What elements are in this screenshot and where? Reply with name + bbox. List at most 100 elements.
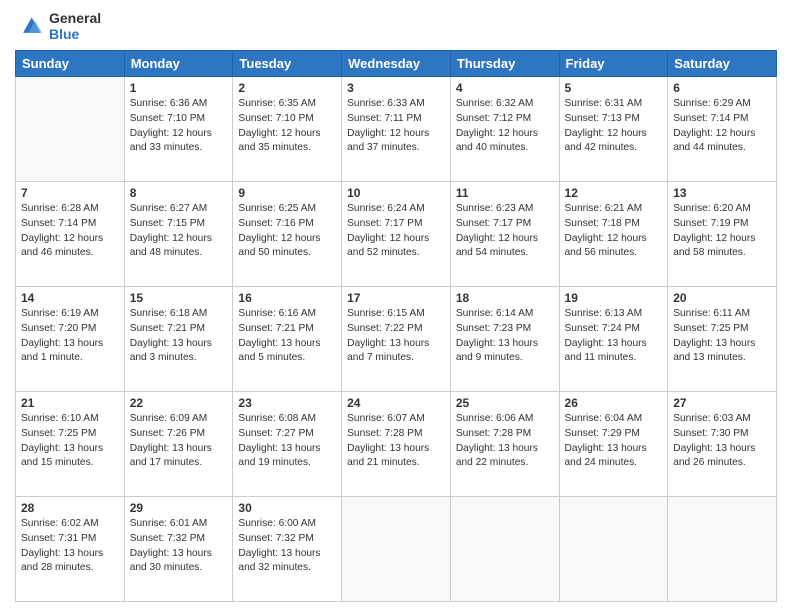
cell-info: Sunrise: 6:00 AMSunset: 7:32 PMDaylight:… [238,517,336,576]
cell-info: Sunrise: 6:02 AMSunset: 7:31 PMDaylight:… [21,517,119,576]
cell-info: Sunrise: 6:04 AMSunset: 7:29 PMDaylight:… [565,412,663,471]
cell-info: Sunrise: 6:15 AMSunset: 7:22 PMDaylight:… [347,307,445,366]
weekday-header-tuesday: Tuesday [233,51,342,77]
day-number: 10 [347,186,445,200]
day-cell: 16Sunrise: 6:16 AMSunset: 7:21 PMDayligh… [233,287,342,392]
day-cell: 6 Sunrise: 6:29 AMSunset: 7:14 PMDaylight… [668,77,777,182]
day-number: 15 [130,291,228,305]
cell-info: Sunrise: 6:14 AMSunset: 7:23 PMDaylight:… [456,307,554,366]
weekday-header-thursday: Thursday [450,51,559,77]
day-number: 7 [21,186,119,200]
day-number: 12 [565,186,663,200]
cell-info: Sunrise: 6:36 AMSunset: 7:10 PMDaylight:… [130,97,228,156]
logo-text: General Blue [49,10,101,42]
weekday-header-friday: Friday [559,51,668,77]
day-number: 3 [347,81,445,95]
cell-info: Sunrise: 6:08 AMSunset: 7:27 PMDaylight:… [238,412,336,471]
day-number: 30 [238,501,336,515]
cell-info: Sunrise: 6:21 AMSunset: 7:18 PMDaylight:… [565,202,663,261]
cell-info: Sunrise: 6:18 AMSunset: 7:21 PMDaylight:… [130,307,228,366]
day-cell: 1 Sunrise: 6:36 AMSunset: 7:10 PMDaylight… [124,77,233,182]
day-number: 1 [130,81,228,95]
day-number: 14 [21,291,119,305]
logo-icon [15,14,45,38]
cell-info: Sunrise: 6:25 AMSunset: 7:16 PMDaylight:… [238,202,336,261]
calendar-table: SundayMondayTuesdayWednesdayThursdayFrid… [15,50,777,602]
day-cell: 20 Sunrise: 6:11 AMSunset: 7:25 PMDayligh… [668,287,777,392]
day-cell: 24Sunrise: 6:07 AMSunset: 7:28 PMDayligh… [342,392,451,497]
cell-info: Sunrise: 6:06 AMSunset: 7:28 PMDaylight:… [456,412,554,471]
cell-info: Sunrise: 6:20 AMSunset: 7:19 PMDaylight:… [673,202,771,261]
day-cell: 19 Sunrise: 6:13 AMSunset: 7:24 PMDayligh… [559,287,668,392]
day-number: 20 [673,291,771,305]
day-number: 11 [456,186,554,200]
day-number: 19 [565,291,663,305]
week-row-3: 14 Sunrise: 6:19 AMSunset: 7:20 PMDayligh… [16,287,777,392]
day-cell: 25 Sunrise: 6:06 AMSunset: 7:28 PMDayligh… [450,392,559,497]
day-number: 23 [238,396,336,410]
day-number: 24 [347,396,445,410]
week-row-4: 21 Sunrise: 6:10 AMSunset: 7:25 PMDayligh… [16,392,777,497]
day-cell: 14 Sunrise: 6:19 AMSunset: 7:20 PMDayligh… [16,287,125,392]
cell-info: Sunrise: 6:35 AMSunset: 7:10 PMDaylight:… [238,97,336,156]
cell-info: Sunrise: 6:10 AMSunset: 7:25 PMDaylight:… [21,412,119,471]
cell-info: Sunrise: 6:13 AMSunset: 7:24 PMDaylight:… [565,307,663,366]
day-cell [668,497,777,602]
weekday-header-saturday: Saturday [668,51,777,77]
cell-info: Sunrise: 6:31 AMSunset: 7:13 PMDaylight:… [565,97,663,156]
day-number: 21 [21,396,119,410]
day-number: 9 [238,186,336,200]
day-number: 6 [673,81,771,95]
day-cell: 29Sunrise: 6:01 AMSunset: 7:32 PMDayligh… [124,497,233,602]
day-cell [342,497,451,602]
cell-info: Sunrise: 6:19 AMSunset: 7:20 PMDaylight:… [21,307,119,366]
day-number: 4 [456,81,554,95]
cell-info: Sunrise: 6:16 AMSunset: 7:21 PMDaylight:… [238,307,336,366]
cell-info: Sunrise: 6:23 AMSunset: 7:17 PMDaylight:… [456,202,554,261]
cell-info: Sunrise: 6:03 AMSunset: 7:30 PMDaylight:… [673,412,771,471]
day-cell: 22 Sunrise: 6:09 AMSunset: 7:26 PMDayligh… [124,392,233,497]
cell-info: Sunrise: 6:27 AMSunset: 7:15 PMDaylight:… [130,202,228,261]
day-cell: 4 Sunrise: 6:32 AMSunset: 7:12 PMDaylight… [450,77,559,182]
header: General Blue [15,10,777,42]
day-cell: 9 Sunrise: 6:25 AMSunset: 7:16 PMDaylight… [233,182,342,287]
day-number: 22 [130,396,228,410]
cell-info: Sunrise: 6:28 AMSunset: 7:14 PMDaylight:… [21,202,119,261]
day-cell: 7 Sunrise: 6:28 AMSunset: 7:14 PMDaylight… [16,182,125,287]
day-cell [16,77,125,182]
cell-info: Sunrise: 6:09 AMSunset: 7:26 PMDaylight:… [130,412,228,471]
day-number: 2 [238,81,336,95]
day-cell: 13 Sunrise: 6:20 AMSunset: 7:19 PMDayligh… [668,182,777,287]
day-number: 18 [456,291,554,305]
day-cell: 12 Sunrise: 6:21 AMSunset: 7:18 PMDayligh… [559,182,668,287]
day-number: 25 [456,396,554,410]
day-cell: 30 Sunrise: 6:00 AMSunset: 7:32 PMDayligh… [233,497,342,602]
weekday-header-monday: Monday [124,51,233,77]
day-cell: 10 Sunrise: 6:24 AMSunset: 7:17 PMDayligh… [342,182,451,287]
weekday-header-row: SundayMondayTuesdayWednesdayThursdayFrid… [16,51,777,77]
cell-info: Sunrise: 6:33 AMSunset: 7:11 PMDaylight:… [347,97,445,156]
cell-info: Sunrise: 6:11 AMSunset: 7:25 PMDaylight:… [673,307,771,366]
day-cell: 18 Sunrise: 6:14 AMSunset: 7:23 PMDayligh… [450,287,559,392]
day-number: 13 [673,186,771,200]
logo: General Blue [15,10,101,42]
day-number: 17 [347,291,445,305]
day-cell: 23 Sunrise: 6:08 AMSunset: 7:27 PMDayligh… [233,392,342,497]
day-cell: 2 Sunrise: 6:35 AMSunset: 7:10 PMDaylight… [233,77,342,182]
week-row-1: 1 Sunrise: 6:36 AMSunset: 7:10 PMDaylight… [16,77,777,182]
day-number: 5 [565,81,663,95]
day-cell: 26 Sunrise: 6:04 AMSunset: 7:29 PMDayligh… [559,392,668,497]
day-number: 8 [130,186,228,200]
cell-info: Sunrise: 6:29 AMSunset: 7:14 PMDaylight:… [673,97,771,156]
weekday-header-sunday: Sunday [16,51,125,77]
cell-info: Sunrise: 6:01 AMSunset: 7:32 PMDaylight:… [130,517,228,576]
week-row-5: 28Sunrise: 6:02 AMSunset: 7:31 PMDayligh… [16,497,777,602]
day-cell: 27Sunrise: 6:03 AMSunset: 7:30 PMDayligh… [668,392,777,497]
day-number: 26 [565,396,663,410]
day-cell: 21 Sunrise: 6:10 AMSunset: 7:25 PMDayligh… [16,392,125,497]
cell-info: Sunrise: 6:24 AMSunset: 7:17 PMDaylight:… [347,202,445,261]
day-cell: 8 Sunrise: 6:27 AMSunset: 7:15 PMDaylight… [124,182,233,287]
page: General Blue SundayMondayTuesdayWednesda… [0,0,792,612]
day-cell: 5 Sunrise: 6:31 AMSunset: 7:13 PMDaylight… [559,77,668,182]
cell-info: Sunrise: 6:32 AMSunset: 7:12 PMDaylight:… [456,97,554,156]
